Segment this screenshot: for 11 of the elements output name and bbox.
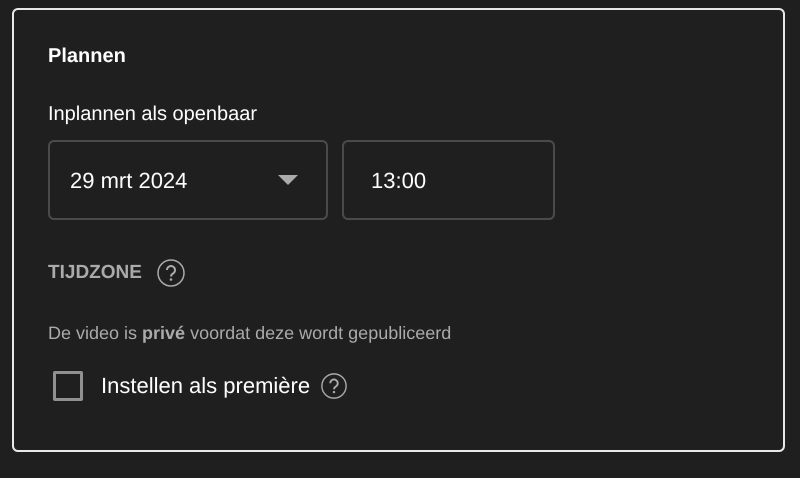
caret-icon: [278, 175, 298, 185]
time-field[interactable]: 13:00: [342, 140, 555, 220]
timezone-label: TIJDZONE: [48, 260, 142, 285]
help-icon[interactable]: [156, 258, 186, 288]
premiere-checkbox[interactable]: [53, 370, 83, 400]
schedule-label: Inplannen als openbaar: [48, 102, 258, 127]
premiere-label: Instellen als première: [101, 372, 310, 400]
card-title: Plannen: [48, 44, 126, 69]
date-dropdown[interactable]: 29 mrt 2024: [48, 140, 328, 220]
help-icon[interactable]: [320, 372, 348, 400]
privacy-notice: De video is privé voordat deze wordt gepubliceerd: [48, 322, 452, 345]
